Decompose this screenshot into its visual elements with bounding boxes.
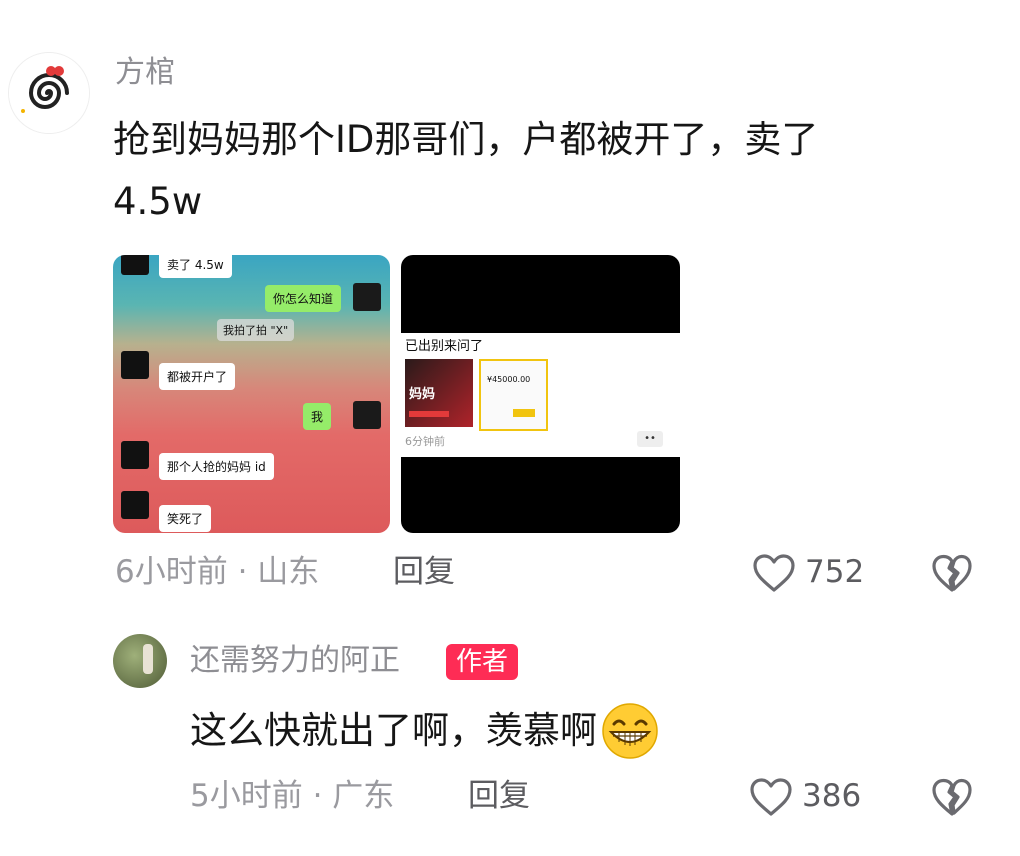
chat-avatar (353, 401, 381, 429)
comment-image-post[interactable]: 已出别来问了 妈妈 ¥45000.00 6分钟前 •• (401, 255, 680, 533)
chat-avatar (121, 351, 149, 379)
thumb-banner (409, 411, 449, 417)
like-count: 752 (805, 554, 865, 590)
reply-button[interactable]: 回复 (468, 781, 530, 812)
comment-text: 抢到妈妈那个ID那哥们，户都被开了，卖了 4.5w (113, 114, 973, 228)
broken-heart-icon (932, 778, 972, 816)
chat-avatar (121, 441, 149, 469)
chat-bubble: 我 (303, 403, 332, 430)
author-badge: 作者 (446, 644, 519, 680)
reply-button[interactable]: 回复 (393, 557, 455, 588)
comment-text-line: 这么快就出了啊，羡慕啊 (190, 709, 597, 753)
buy-button (513, 409, 535, 417)
chat-avatar (121, 491, 149, 519)
comment-text-line: 抢到妈妈那个ID那哥们，户都被开了，卖了 (113, 118, 819, 161)
chat-system-note: 我拍了拍 "X" (217, 319, 295, 341)
chat-bubble: 笑死了 (159, 505, 212, 532)
avatar-figure (143, 644, 153, 674)
more-icon: •• (637, 431, 663, 447)
like-count: 386 (802, 778, 862, 814)
avatar[interactable] (113, 634, 167, 688)
comment-text: 这么快就出了啊，羡慕啊 (190, 702, 661, 760)
chat-bubble: 你怎么知道 (265, 285, 342, 312)
heart-icon (750, 778, 792, 816)
chat-bubble: 那个人抢的妈妈 id (159, 453, 274, 480)
like-button[interactable] (752, 553, 796, 593)
comment-meta: 5小时前 · 广东 (190, 778, 395, 814)
post-thumb-title: 妈妈 (409, 387, 436, 402)
comment-username[interactable]: 还需努力的阿正 (190, 646, 400, 676)
chat-bubble: 都被开户了 (159, 363, 236, 390)
price-text: ¥45000.00 (487, 375, 531, 384)
heart-icon (753, 554, 795, 592)
broken-heart-icon (932, 554, 972, 592)
like-button[interactable] (749, 777, 793, 817)
comment-username[interactable]: 方棺 (115, 58, 175, 88)
chat-avatar (353, 283, 381, 311)
chat-bubble: 卖了 4.5w (159, 255, 232, 278)
post-time: 6分钟前 (405, 435, 445, 448)
grin-emoji-icon (602, 703, 658, 759)
comment-meta: 6小时前 · 山东 (115, 554, 320, 590)
price-card: ¥45000.00 (479, 359, 548, 431)
post-card: 已出别来问了 妈妈 ¥45000.00 6分钟前 •• (401, 333, 680, 457)
spiral-avatar-icon (9, 53, 89, 133)
avatar[interactable] (8, 52, 90, 134)
comment-text-line: 4.5w (113, 179, 203, 223)
comment-image-chat[interactable]: 卖了 4.5w 你怎么知道 我拍了拍 "X" 都被开户了 我 那个人抢的妈妈 i… (113, 255, 390, 533)
post-caption: 已出别来问了 (405, 339, 484, 354)
dislike-button[interactable] (931, 777, 973, 817)
chat-avatar (121, 255, 149, 275)
dislike-button[interactable] (931, 553, 973, 593)
post-thumb: 妈妈 (405, 359, 473, 427)
